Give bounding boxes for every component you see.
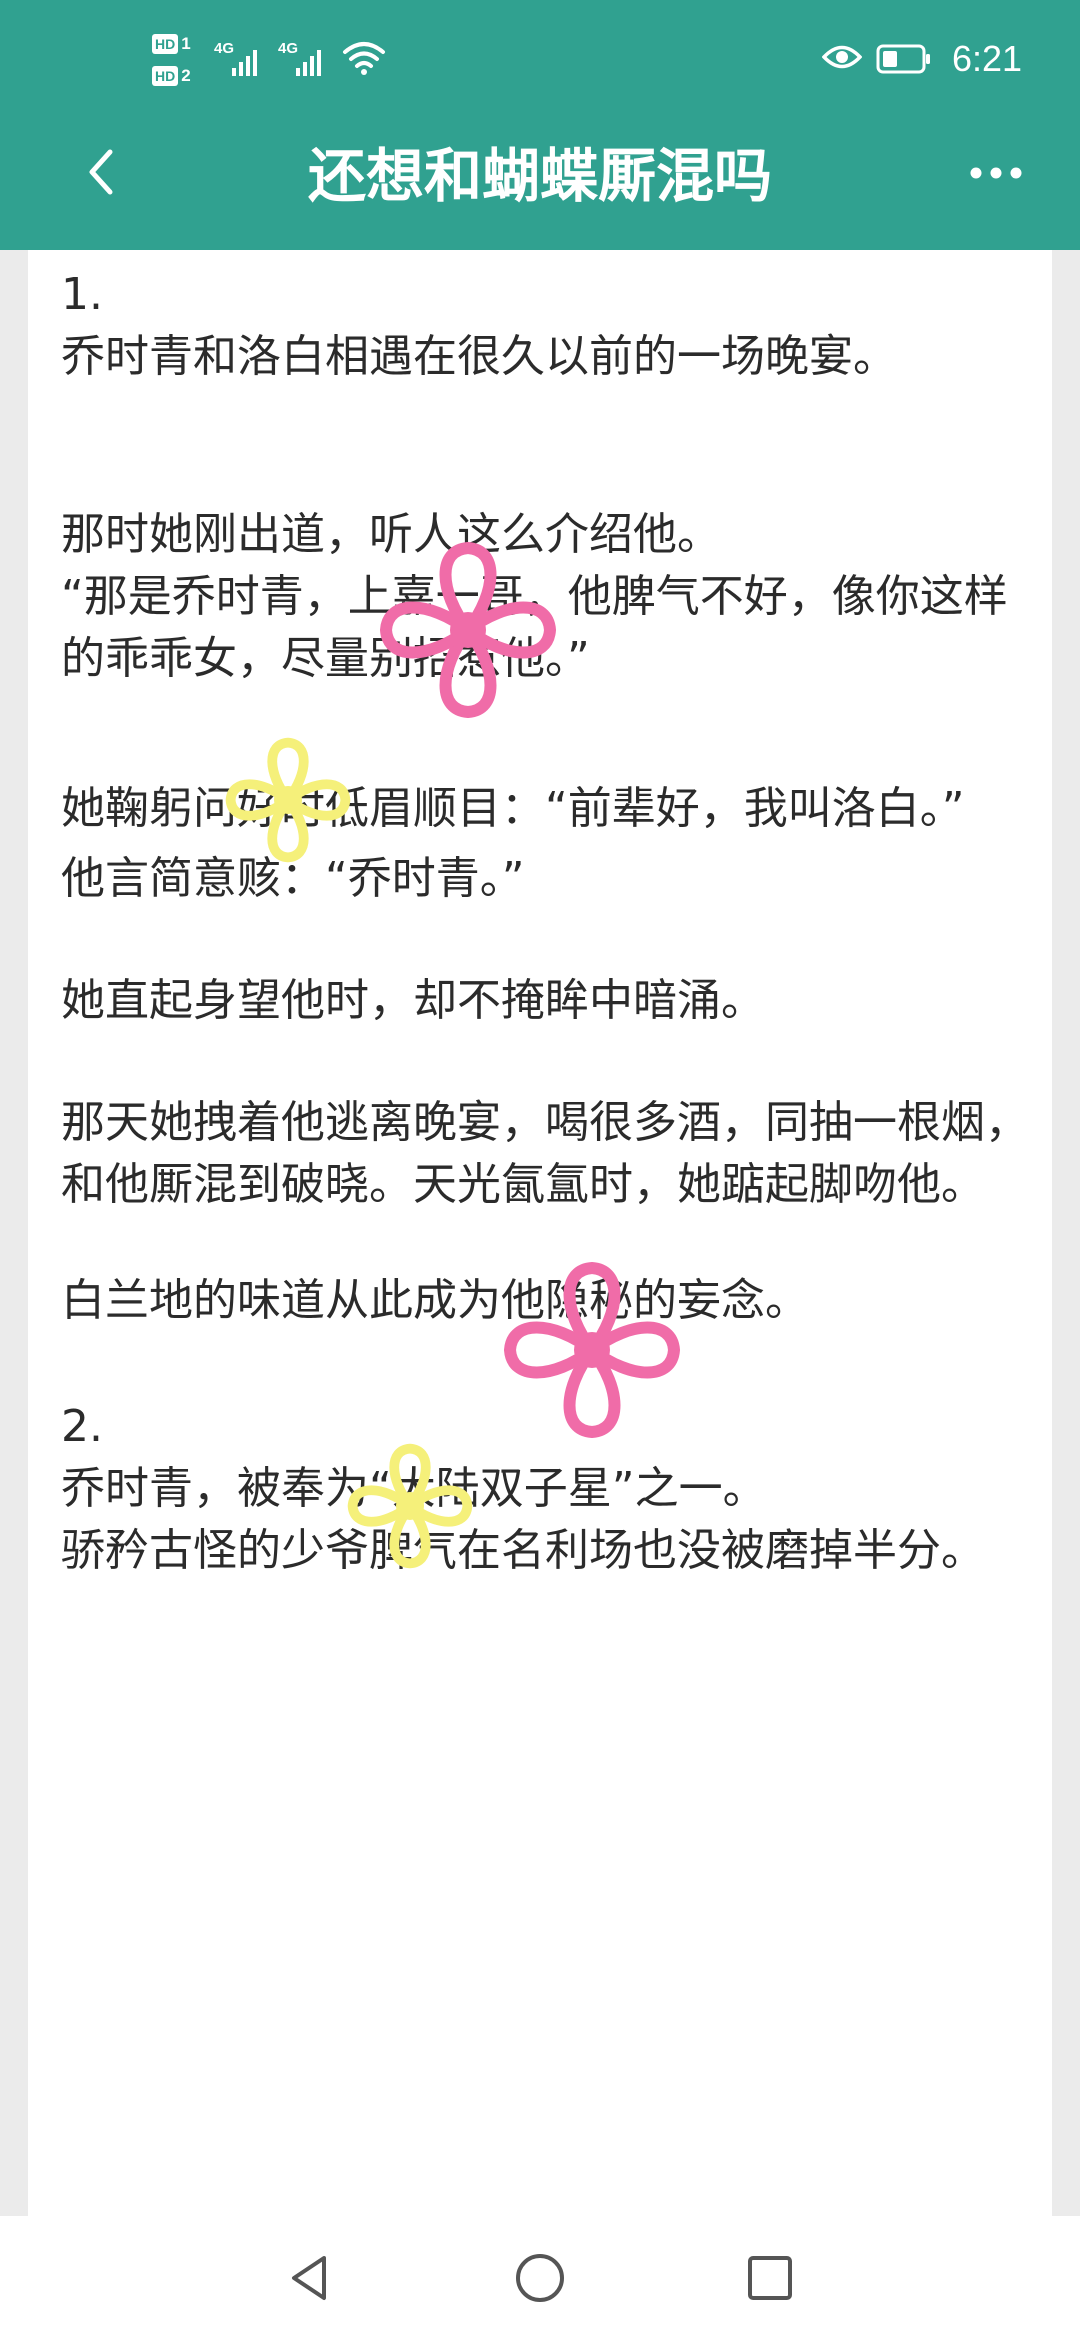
hd-number: 2 xyxy=(181,66,191,85)
nav-recent-button[interactable] xyxy=(742,2250,798,2306)
triangle-back-icon xyxy=(292,2256,326,2300)
paragraph: 乔时青，被奉为“大陆双子星”之一。 xyxy=(61,1463,767,1514)
yellow-flower-sticker xyxy=(347,1443,473,1569)
paragraph: 那天她拽着他逃离晚宴，喝很多酒，同抽一根烟，和他厮混到破晓。天光氤氲时，她踮起脚… xyxy=(61,1097,1029,1210)
hd-number: 1 xyxy=(181,34,191,53)
paragraph: 他言简意赅：“乔时青。” xyxy=(61,853,525,904)
system-nav-bar xyxy=(0,2216,1080,2339)
network-type: 4G xyxy=(278,40,299,57)
pink-flower-sticker xyxy=(380,542,556,718)
more-horizontal-icon xyxy=(970,167,1022,179)
network-type: 4G xyxy=(214,40,235,57)
signal-icon: 4G xyxy=(278,40,334,80)
status-bar: HD 1 HD 2 4G 4G 6:21 xyxy=(0,0,1080,120)
title-bar: 还想和蝴蝶厮混吗 xyxy=(0,120,1080,250)
square-recent-icon xyxy=(748,2256,792,2300)
hd-indicators: HD 1 HD 2 xyxy=(152,32,208,96)
section-number: 1. xyxy=(61,269,103,320)
eye-icon xyxy=(822,45,862,69)
battery-icon xyxy=(876,44,930,74)
circle-home-icon xyxy=(516,2254,564,2302)
paragraph: 乔时青和洛白相遇在很久以前的一场晚宴。 xyxy=(61,331,897,382)
more-options-button[interactable] xyxy=(966,158,1026,188)
paragraph: 她鞠躬问好时低眉顺目：“前辈好，我叫洛白。” xyxy=(61,783,965,834)
nav-back-button[interactable] xyxy=(282,2250,338,2306)
wifi-icon xyxy=(343,42,385,75)
hd-label: HD xyxy=(152,66,179,86)
article-content[interactable]: 1. 乔时青和洛白相遇在很久以前的一场晚宴。 那时她刚出道，听人这么介绍他。 “… xyxy=(28,250,1052,2216)
hd-indicator-2: HD 2 xyxy=(152,64,208,88)
yellow-flower-sticker xyxy=(225,737,351,863)
nav-home-button[interactable] xyxy=(512,2250,568,2306)
paragraph: 她直起身望他时，却不掩眸中暗涌。 xyxy=(61,975,765,1026)
status-time: 6:21 xyxy=(952,38,1023,79)
page-title: 还想和蝴蝶厮混吗 xyxy=(307,142,772,210)
app-header: HD 1 HD 2 4G 4G 6:21 还想和蝴蝶厮混吗 xyxy=(0,0,1080,250)
pink-flower-sticker xyxy=(504,1262,680,1438)
signal-icon: 4G xyxy=(214,40,270,80)
hd-indicator-1: HD 1 xyxy=(152,32,208,56)
paragraph: 骄矜古怪的少爷脾气在名利场也没被磨掉半分。 xyxy=(61,1525,985,1576)
hd-label: HD xyxy=(152,34,179,54)
